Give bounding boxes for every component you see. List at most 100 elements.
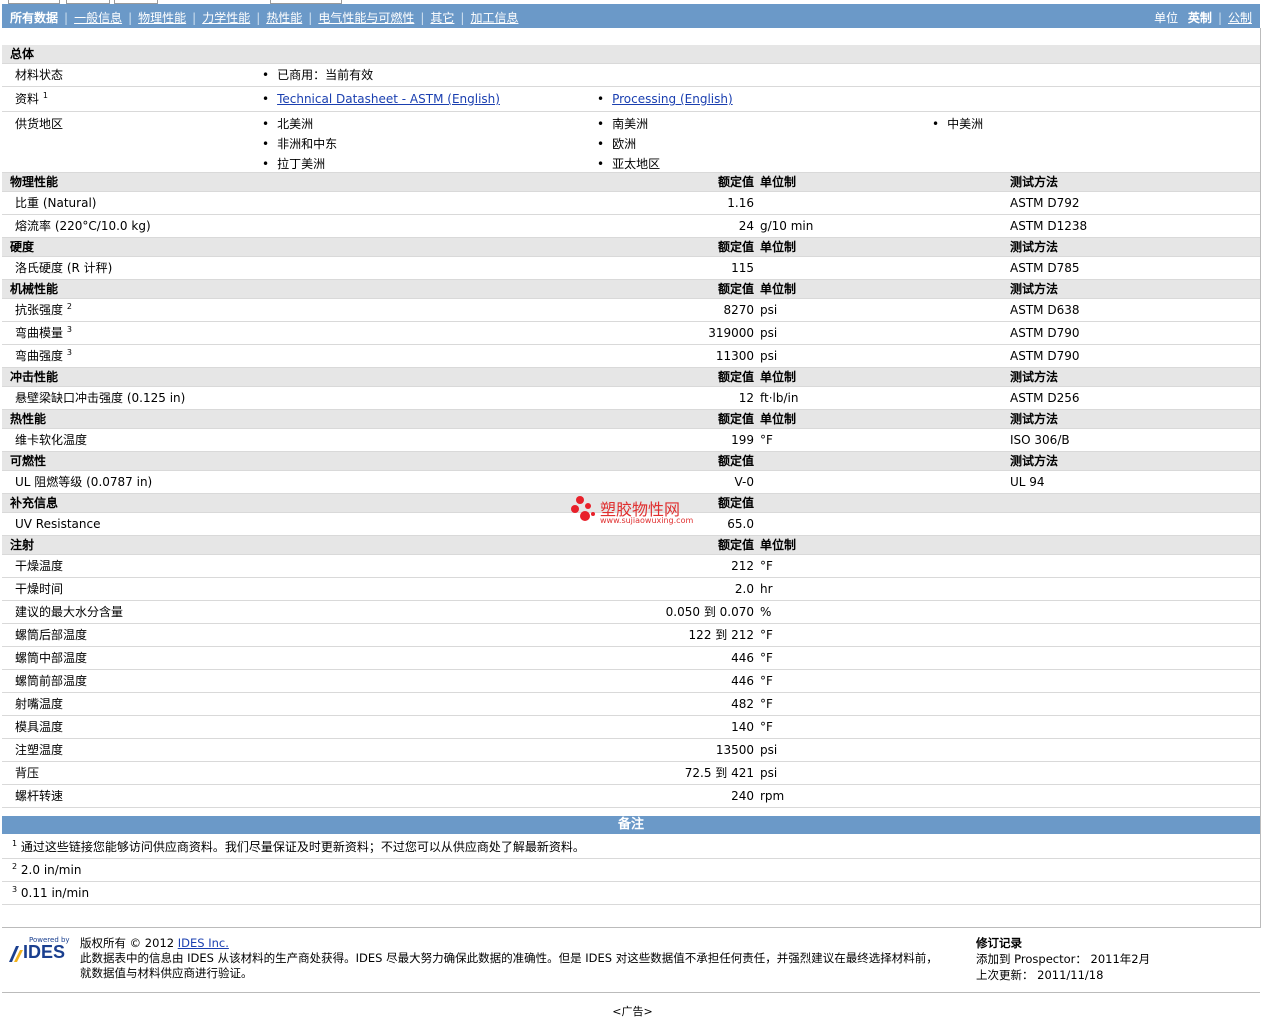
property-name: 维卡软化温度	[15, 433, 88, 447]
property-value: 122 到 212	[688, 628, 754, 642]
property-name: 螺杆转速	[15, 789, 64, 803]
property-value: 0.050 到 0.070	[665, 605, 754, 619]
notes-header: 备注	[2, 816, 1260, 834]
property-value: 2.0	[734, 582, 754, 596]
tab-general-info[interactable]: 一般信息	[74, 11, 122, 25]
section-header: 机械性能 额定值 单位制 测试方法	[2, 280, 1260, 299]
table-row: 干燥温度 212 °F	[2, 555, 1260, 578]
property-name: 射嘴温度	[15, 697, 64, 711]
property-name: UL 阻燃等级 (0.0787 in)	[15, 475, 153, 489]
note-text: 1 通过这些链接您能够访问供应商资料。我们尽量保证及时更新资料；不过您可以从供应…	[12, 839, 585, 855]
property-unit: psi	[760, 326, 778, 340]
section-title: 机械性能	[10, 282, 59, 296]
region-item: 南美洲	[597, 115, 648, 132]
column-header-test-method: 测试方法	[1010, 454, 1059, 468]
section-header: 可燃性 额定值 测试方法	[2, 452, 1260, 471]
unit-english[interactable]: 英制	[1188, 11, 1212, 25]
tab-mechanical[interactable]: 力学性能	[202, 11, 250, 25]
section-title: 热性能	[10, 412, 47, 426]
watermark-dots-icon	[571, 496, 595, 521]
updated-value: 2011/11/18	[1037, 968, 1104, 982]
table-row: 螺杆转速 240 rpm	[2, 785, 1260, 808]
property-value: 8270	[723, 303, 754, 317]
column-header-nominal: 额定值	[717, 496, 754, 510]
property-value: 13500	[715, 743, 754, 757]
property-name: 背压	[15, 766, 40, 780]
unit-metric[interactable]: 公制	[1228, 11, 1252, 25]
property-name: 螺筒后部温度	[15, 628, 88, 642]
property-test-method: ASTM D790	[1010, 326, 1080, 340]
footer-divider	[2, 992, 1260, 993]
property-unit: psi	[760, 303, 778, 317]
property-test-method: ASTM D1238	[1010, 219, 1088, 233]
property-unit: hr	[760, 582, 773, 596]
column-header-test-method: 测试方法	[1010, 282, 1059, 296]
doc-link-technical-datasheet[interactable]: Technical Datasheet - ASTM (English)	[262, 87, 500, 111]
note-row: 1 通过这些链接您能够访问供应商资料。我们尽量保证及时更新资料；不过您可以从供应…	[2, 836, 1260, 859]
ides-logo[interactable]: Powered by IDES	[7, 936, 71, 964]
column-header-nominal: 额定值	[717, 454, 754, 468]
property-test-method: ASTM D638	[1010, 303, 1080, 317]
table-row: 注塑温度 13500 psi	[2, 739, 1260, 762]
property-value: 115	[731, 261, 754, 275]
property-test-method: ASTM D792	[1010, 196, 1080, 210]
property-name: 比重 (Natural)	[15, 196, 97, 210]
region-item: 非洲和中东	[262, 135, 337, 152]
copyright-text: 版权所有 © 2012	[80, 936, 175, 950]
column-header-nominal: 额定值	[717, 370, 754, 384]
doc-link-processing[interactable]: Processing (English)	[597, 87, 733, 111]
tab-processing[interactable]: 加工信息	[470, 11, 518, 25]
tab-electrical-flammability[interactable]: 电气性能与可燃性	[318, 11, 414, 25]
table-row: 维卡软化温度 199 °F ISO 306/B	[2, 429, 1260, 452]
property-name: 抗张强度 2	[15, 302, 72, 318]
property-name: 干燥时间	[15, 582, 64, 596]
watermark-url: www.sujiaowuxing.com	[600, 516, 694, 525]
property-unit: ft·lb/in	[760, 391, 799, 405]
property-test-method: ASTM D256	[1010, 391, 1080, 405]
ad-placeholder: <广告>	[612, 1005, 653, 1018]
supply-region-label: 供货地区	[15, 117, 64, 131]
tab-other[interactable]: 其它	[430, 11, 454, 25]
property-name: 注塑温度	[15, 743, 64, 757]
property-value: V-0	[734, 475, 754, 489]
property-unit: g/10 min	[760, 219, 814, 233]
property-test-method: UL 94	[1010, 475, 1045, 489]
column-header-nominal: 额定值	[717, 282, 754, 296]
column-header-nominal: 额定值	[717, 412, 754, 426]
column-header-nominal: 额定值	[717, 538, 754, 552]
region-item: 亚太地区	[597, 155, 660, 172]
table-row: 弯曲强度 3 11300 psi ASTM D790	[2, 345, 1260, 368]
property-unit: rpm	[760, 789, 785, 803]
column-header-unit: 单位制	[760, 175, 797, 189]
revision-history: 修订记录 添加到 Prospector： 2011年2月 上次更新： 2011/…	[976, 935, 1150, 983]
property-name: 螺筒前部温度	[15, 674, 88, 688]
section-header: 注射 额定值 单位制	[2, 536, 1260, 555]
property-value: 446	[731, 674, 754, 688]
property-value: 72.5 到 421	[684, 766, 754, 780]
disclaimer-line-2: 就数据值与材料供应商进行验证。	[80, 966, 253, 980]
section-title: 硬度	[10, 240, 35, 254]
table-row: 抗张强度 2 8270 psi ASTM D638	[2, 299, 1260, 322]
property-unit: °F	[760, 433, 773, 447]
table-row: UL 阻燃等级 (0.0787 in) V-0 UL 94	[2, 471, 1260, 494]
material-status-value: 已商用：当前有效	[262, 64, 373, 86]
property-name: 螺筒中部温度	[15, 651, 88, 665]
property-unit: psi	[760, 743, 778, 757]
table-row: 干燥时间 2.0 hr	[2, 578, 1260, 601]
property-unit: psi	[760, 766, 778, 780]
table-row: 螺筒中部温度 446 °F	[2, 647, 1260, 670]
table-row: 比重 (Natural) 1.16 ASTM D792	[2, 192, 1260, 215]
ides-company-link[interactable]: IDES Inc.	[178, 936, 229, 950]
unit-label: 单位	[1154, 11, 1179, 25]
table-row: 背压 72.5 到 421 psi	[2, 762, 1260, 785]
tab-thermal[interactable]: 热性能	[266, 11, 302, 25]
property-value: 12	[738, 391, 754, 405]
property-test-method: ASTM D790	[1010, 349, 1080, 363]
region-item: 欧洲	[597, 135, 636, 152]
documents-label: 资料 1	[15, 91, 48, 107]
ides-mark-icon	[9, 946, 23, 962]
table-row: 资料 1 Technical Datasheet - ASTM (English…	[2, 87, 1260, 112]
note-row: 2 2.0 in/min	[2, 859, 1260, 882]
tab-physical[interactable]: 物理性能	[138, 11, 186, 25]
tab-all-data[interactable]: 所有数据	[10, 11, 58, 25]
